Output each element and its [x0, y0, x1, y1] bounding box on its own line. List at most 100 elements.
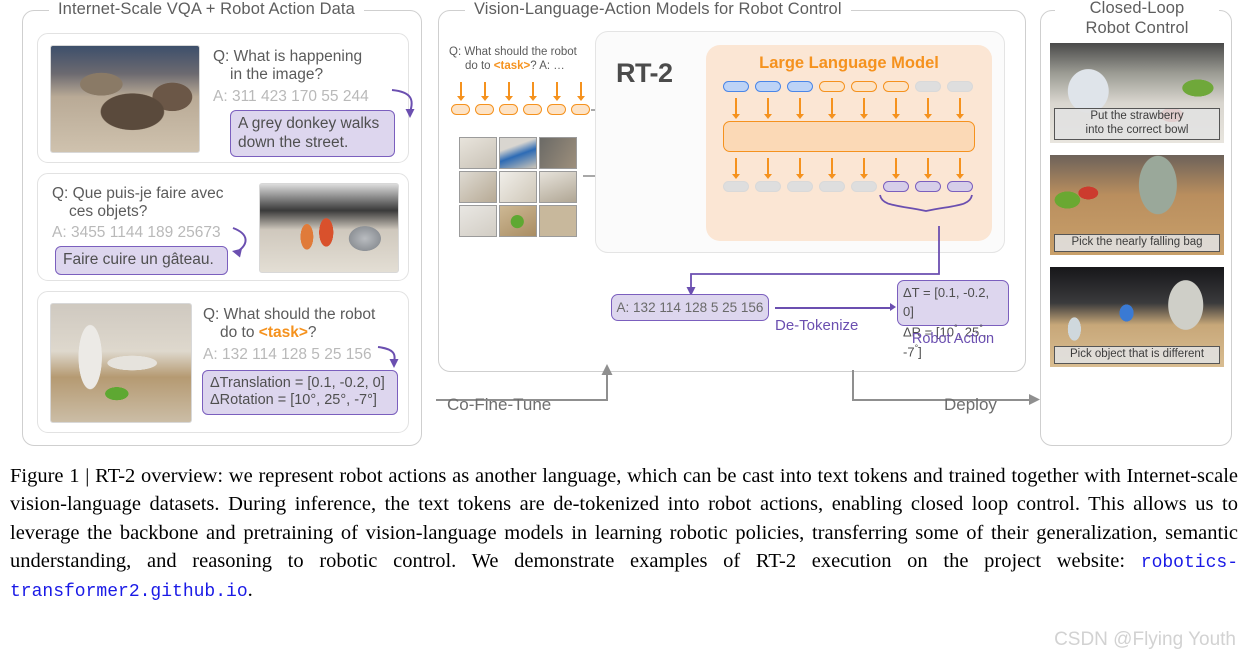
vla-models-panel: Vision-Language-Action Models for Robot … [438, 0, 1026, 372]
input-token [475, 103, 494, 115]
image-patch [499, 171, 537, 203]
task-tag: <task> [258, 324, 308, 342]
llm-input-token [723, 81, 749, 92]
vqa-example-card: Q: Que puis-je faire avec ces objets? A:… [37, 173, 409, 281]
token-arrow [828, 158, 835, 179]
vqa-question-2: Q: Que puis-je faire avec ces objets? [52, 185, 224, 221]
detokenize-arrow [775, 304, 896, 311]
detokenize-label: De-Tokenize [775, 317, 859, 334]
image-patch [499, 205, 537, 237]
image-patch [539, 137, 577, 169]
llm-output-token [755, 181, 781, 192]
vqa-decoded-text-2: Faire cuire un gâteau. [55, 246, 228, 275]
robot-action-caption: Robot Action [911, 331, 995, 347]
llm-input-token [915, 81, 941, 92]
token-arrow [764, 158, 771, 179]
internet-scale-vqa-panel: Internet-Scale VQA + Robot Action Data Q… [22, 0, 422, 446]
llm-input-token [883, 81, 909, 92]
delta-translation-value: ΔT = [0.1, -0.2, 0] [903, 285, 990, 319]
closed-loop-caption: Put the strawberry into the correct bowl [1054, 108, 1220, 140]
image-patch [459, 205, 497, 237]
action-token [883, 181, 909, 192]
curved-arrow-2 [232, 227, 247, 258]
llm-output-token [819, 181, 845, 192]
token-arrow [828, 98, 835, 119]
input-token [571, 103, 590, 115]
token-arrow [956, 158, 963, 179]
deploy-line [852, 399, 1032, 401]
token-arrow [553, 81, 560, 101]
donkey-photo [50, 45, 200, 153]
robot-arm-drawer-photo [50, 303, 192, 423]
closed-loop-caption: Pick object that is different [1054, 346, 1220, 364]
llm-title: Large Language Model [759, 54, 939, 72]
robot-action-box: ΔT = [0.1, -0.2, 0] ΔR = [10°, 25°, -7°] [897, 280, 1009, 359]
input-token [499, 103, 518, 115]
curved-arrow-3 [377, 346, 399, 368]
vqa-decoded-text-1: A grey donkey walks down the street. [230, 110, 395, 158]
deploy-arrowhead [1029, 394, 1040, 405]
co-fine-tune-label: Co-Fine-Tune [447, 395, 552, 414]
token-arrow [796, 158, 803, 179]
vqa-answer-tokens-2: A: 3455 1144 189 25673 [52, 224, 221, 241]
action-token-string-box: A: 132 114 128 5 25 156 [611, 294, 769, 321]
robot-action-decoded-3: ΔTranslation = [0.1, -0.2, 0] ΔRotation … [202, 370, 398, 415]
llm-output-token [851, 181, 877, 192]
figure-caption: Figure 1 | RT-2 overview: we represent r… [10, 462, 1238, 605]
input-prompt-block: Q: What should the robot do to <task>? A… [449, 45, 597, 124]
token-arrow [732, 98, 739, 119]
token-arrow [505, 81, 512, 101]
token-arrow [860, 98, 867, 119]
vqa-question-1: Q: What is happening in the image? [213, 48, 363, 84]
image-patch [539, 171, 577, 203]
right-panel-title: Closed-Loop Robot Control [1055, 0, 1219, 39]
token-arrow [924, 158, 931, 179]
token-arrow [481, 81, 488, 101]
token-arrow [764, 98, 771, 119]
deploy-label: Deploy [944, 395, 997, 414]
input-token [451, 103, 470, 115]
token-arrow [860, 158, 867, 179]
llm-input-token [851, 81, 877, 92]
llm-input-token [755, 81, 781, 92]
action-token [947, 181, 973, 192]
large-language-model-block: Large Language Model [706, 45, 992, 241]
llm-output-token [723, 181, 749, 192]
token-arrow [577, 81, 584, 101]
llm-output-token [787, 181, 813, 192]
left-panel-title: Internet-Scale VQA + Robot Action Data [49, 0, 364, 19]
vqa-question-3: Q: What should the robot do to <task>? [203, 306, 376, 342]
image-patch [459, 137, 497, 169]
llm-input-token [787, 81, 813, 92]
vqa-answer-tokens-3: A: 132 114 128 5 25 156 [203, 346, 372, 363]
closed-loop-item: Pick object that is different [1050, 267, 1224, 367]
action-token [915, 181, 941, 192]
token-arrow [457, 81, 464, 101]
closed-loop-item: Put the strawberry into the correct bowl [1050, 43, 1224, 143]
deploy-riser [852, 370, 854, 401]
caption-text-part2: . [247, 578, 253, 601]
closed-loop-item: Pick the nearly falling bag [1050, 155, 1224, 255]
token-arrow [732, 158, 739, 179]
input-token [547, 103, 566, 115]
llm-input-token [947, 81, 973, 92]
closed-loop-control-panel: Closed-Loop Robot Control Put the strawb… [1040, 0, 1232, 446]
center-panel-title: Vision-Language-Action Models for Robot … [465, 0, 851, 19]
caption-text-part1: Figure 1 | RT-2 overview: we represent r… [10, 465, 1238, 572]
token-arrow [529, 81, 536, 101]
input-token-row [449, 80, 597, 124]
vqa-example-card: Q: What should the robot do to <task>? A… [37, 291, 409, 433]
token-arrow [956, 98, 963, 119]
image-patch [459, 171, 497, 203]
token-group-brace [879, 194, 973, 212]
curved-arrow-1 [391, 89, 415, 118]
task-tag: <task> [493, 60, 531, 73]
image-patch-grid [459, 137, 577, 237]
rt2-block: RT-2 Large Language Model [595, 31, 1005, 253]
input-prompt-text: Q: What should the robot do to <task>? A… [449, 46, 577, 73]
llm-input-token [819, 81, 845, 92]
token-arrow [892, 98, 899, 119]
rt2-label: RT-2 [616, 58, 673, 88]
csdn-watermark: CSDN @Flying Youth [1054, 629, 1236, 650]
vqa-answer-tokens-1: A: 311 423 170 55 244 [213, 88, 369, 105]
